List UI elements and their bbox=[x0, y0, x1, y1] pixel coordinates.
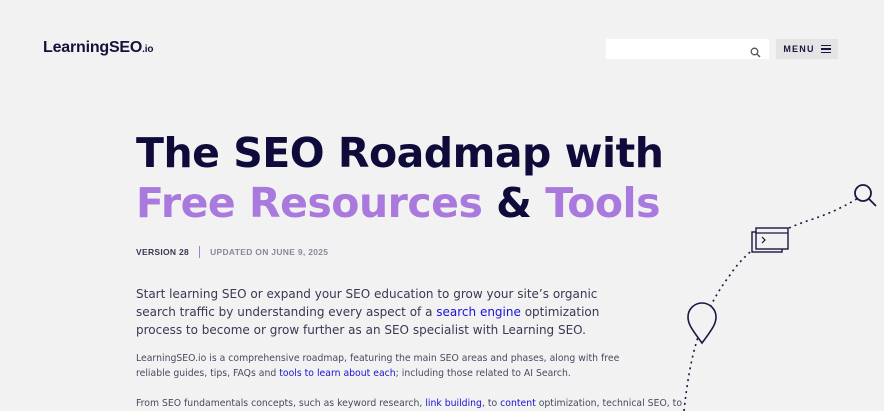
link-building-link[interactable]: link building bbox=[425, 398, 482, 409]
page-title: The SEO Roadmap with Free Resources & To… bbox=[136, 128, 664, 228]
intro-paragraph: Start learning SEO or expand your SEO ed… bbox=[136, 285, 626, 339]
search-engine-link[interactable]: search engine bbox=[436, 305, 521, 319]
meta-divider bbox=[199, 246, 201, 258]
logo-main: LearningSEO bbox=[43, 39, 143, 56]
search-icon[interactable] bbox=[750, 43, 761, 62]
version-meta: VERSION 28 UPDATED ON JUNE 9, 2025 bbox=[136, 246, 328, 258]
fundamentals-paragraph: From SEO fundamentals concepts, such as … bbox=[136, 396, 682, 411]
logo-tld: .io bbox=[142, 44, 154, 55]
description-paragraph: LearningSEO.io is a comprehensive roadma… bbox=[136, 351, 626, 381]
menu-button[interactable]: MENU bbox=[776, 39, 838, 59]
hamburger-icon bbox=[820, 45, 831, 53]
tools-link[interactable]: tools to learn about each bbox=[279, 368, 395, 379]
para3-text-1: From SEO fundamentals concepts, such as … bbox=[136, 398, 426, 409]
version-label: VERSION 28 bbox=[136, 247, 190, 257]
browser-window-icon bbox=[751, 227, 789, 253]
para2-text-2: ; including those related to AI Search. bbox=[395, 368, 571, 379]
logo[interactable]: LearningSEO.io bbox=[43, 39, 153, 57]
magnifier-icon bbox=[854, 184, 877, 207]
search-box[interactable] bbox=[606, 39, 769, 62]
title-free-resources: Free Resources bbox=[136, 179, 483, 227]
menu-label: MENU bbox=[783, 44, 815, 54]
content-link[interactable]: content bbox=[500, 398, 536, 409]
title-tools: Tools bbox=[545, 179, 661, 227]
para3-text-2: , to bbox=[481, 398, 501, 409]
roadmap-illustration bbox=[683, 184, 877, 411]
search-input[interactable] bbox=[606, 40, 752, 61]
title-ampersand: & bbox=[482, 179, 546, 227]
updated-date: UPDATED ON JUNE 9, 2025 bbox=[210, 247, 329, 257]
location-pin-icon bbox=[687, 302, 717, 345]
title-line-1: The SEO Roadmap with bbox=[136, 129, 664, 177]
